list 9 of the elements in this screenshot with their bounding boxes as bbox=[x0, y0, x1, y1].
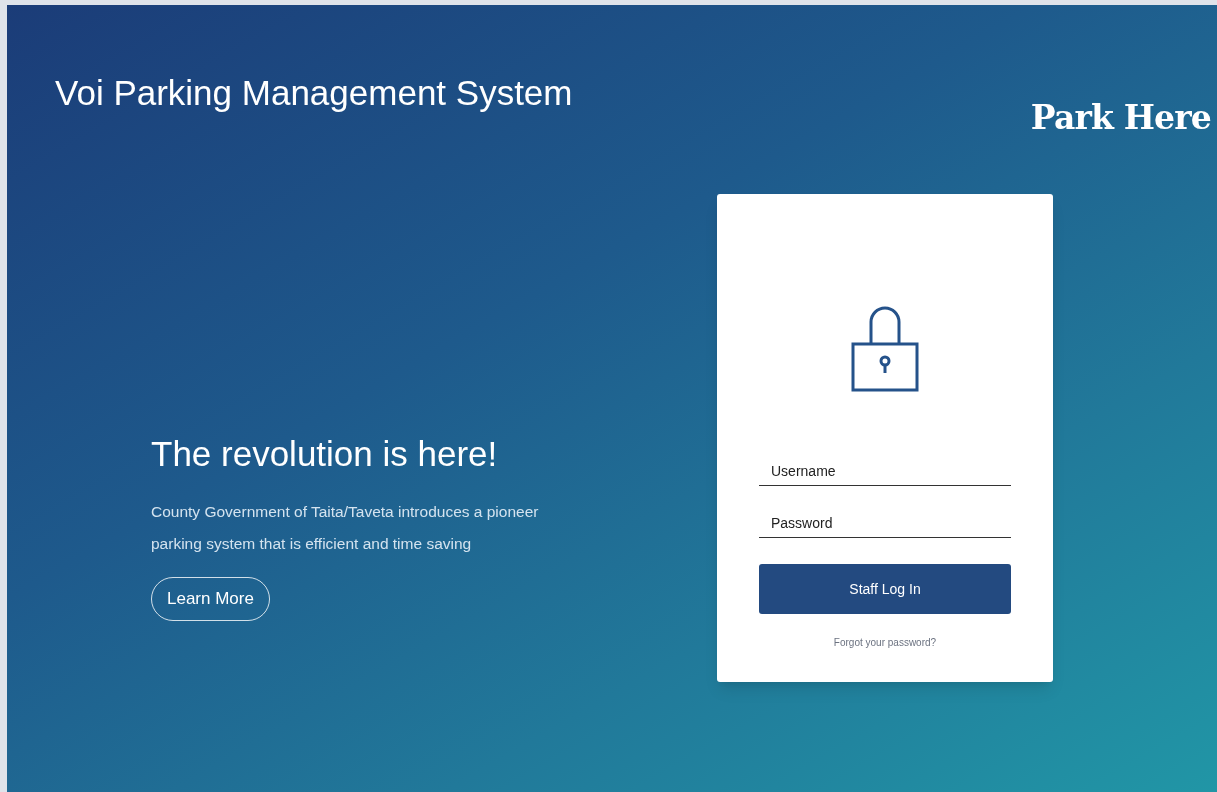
hero-headline: The revolution is here! bbox=[151, 433, 499, 475]
staff-login-button[interactable]: Staff Log In bbox=[759, 564, 1011, 614]
brand-logo: Park Here bbox=[1030, 98, 1211, 138]
lock-icon bbox=[851, 304, 919, 392]
hero-description: County Government of Taita/Taveta introduces a pioneer parking system that is efficient and time saving bbox=[151, 502, 540, 554]
password-field[interactable]: Password bbox=[759, 508, 1011, 538]
site-title: Voi Parking Management System bbox=[55, 72, 573, 114]
username-field[interactable]: Username bbox=[759, 456, 1011, 486]
forgot-password-link[interactable]: Forgot your password? bbox=[833, 635, 937, 650]
